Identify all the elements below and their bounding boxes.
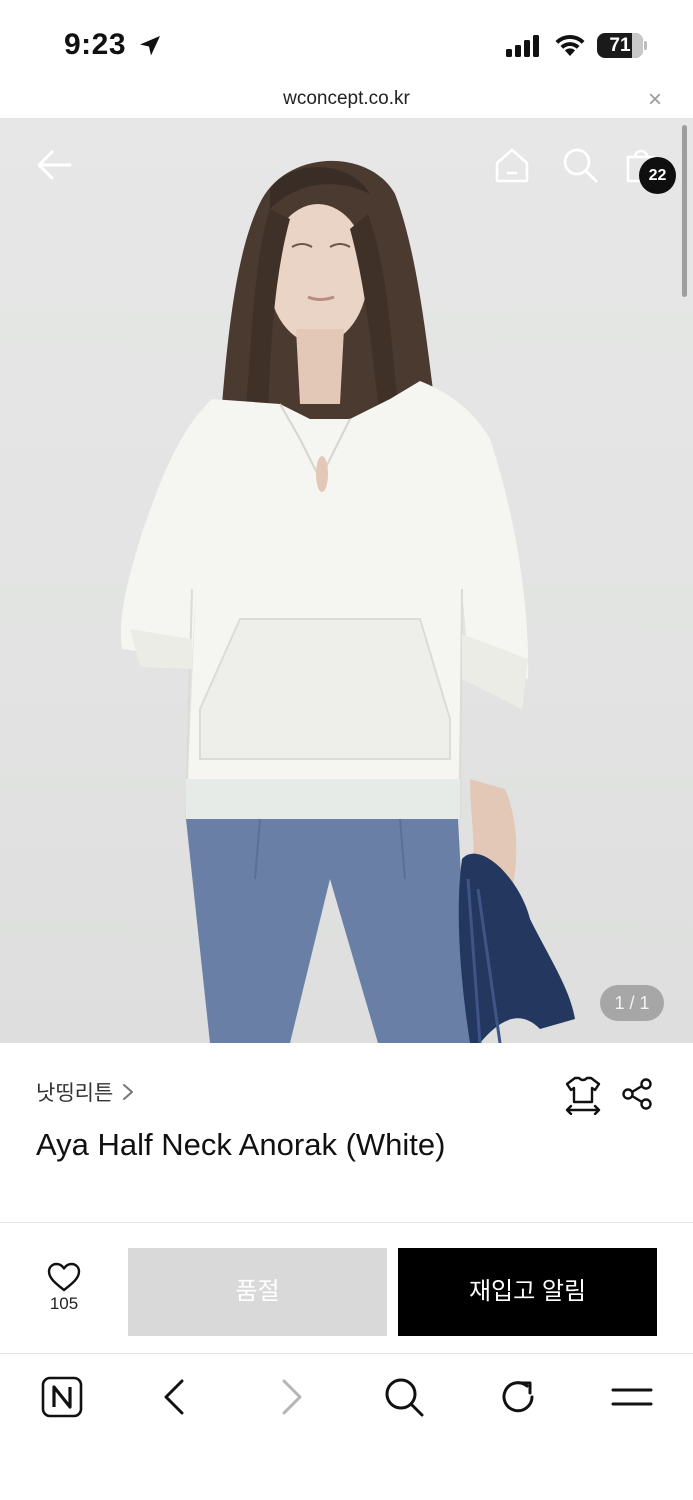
product-photo	[120, 160, 575, 1043]
size-guide-icon[interactable]	[563, 1075, 603, 1115]
image-page-counter: 1 / 1	[600, 985, 664, 1021]
scrollbar[interactable]	[682, 125, 687, 297]
location-arrow-icon	[140, 36, 160, 56]
share-icon[interactable]	[620, 1077, 654, 1111]
battery-indicator: 71	[597, 33, 643, 58]
purchase-bar: 105 품절 재입고 알림	[0, 1224, 693, 1354]
heart-icon[interactable]	[47, 1262, 81, 1292]
status-bar: 9:23 71	[0, 0, 693, 86]
restock-alert-button[interactable]: 재입고 알림	[398, 1248, 657, 1336]
refresh-icon[interactable]	[496, 1375, 540, 1419]
battery-level: 71	[609, 35, 631, 56]
battery-tip	[644, 41, 647, 50]
search-icon[interactable]	[560, 145, 600, 185]
home-icon[interactable]	[492, 145, 532, 185]
url-bar[interactable]: wconcept.co.kr ×	[0, 86, 693, 119]
search-icon[interactable]	[382, 1375, 426, 1419]
brand-link[interactable]: 낫띵리튼	[36, 1077, 135, 1107]
chevron-right-icon	[123, 1084, 134, 1100]
product-title: Aya Half Neck Anorak (White)	[36, 1127, 446, 1162]
url-domain[interactable]: wconcept.co.kr	[0, 88, 693, 110]
browser-toolbar	[0, 1355, 693, 1500]
cellular-signal-icon	[506, 35, 539, 57]
back-arrow-icon[interactable]	[34, 145, 74, 185]
cart-count-badge[interactable]: 22	[639, 157, 676, 194]
wish-count: 105	[49, 1294, 79, 1313]
wishlist-button[interactable]: 105	[28, 1262, 100, 1326]
wifi-icon	[555, 34, 585, 56]
close-icon[interactable]: ×	[648, 86, 662, 114]
brand-name[interactable]: 낫띵리튼	[36, 1077, 113, 1107]
product-info: 낫띵리튼 Aya Half Neck Anorak (White)	[0, 1043, 693, 1223]
sold-out-button[interactable]: 품절	[128, 1248, 387, 1336]
hamburger-menu-icon[interactable]	[610, 1375, 654, 1419]
chevron-left-icon[interactable]	[154, 1375, 198, 1419]
status-time: 9:23	[64, 28, 127, 61]
naver-n-icon[interactable]	[40, 1375, 84, 1419]
chevron-right-icon[interactable]	[268, 1375, 312, 1419]
product-image-gallery[interactable]: 22 1 / 1	[0, 119, 693, 1043]
